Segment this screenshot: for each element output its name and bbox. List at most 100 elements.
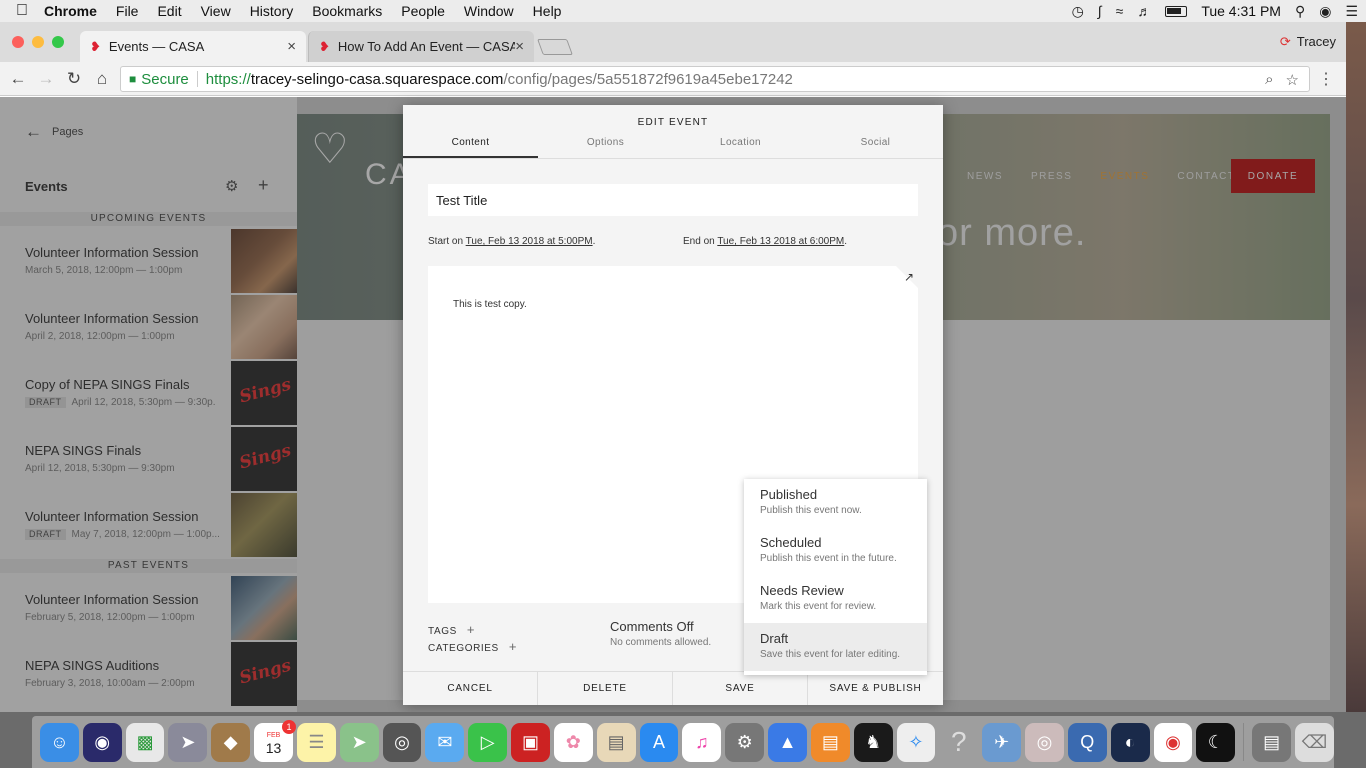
menu-bookmarks[interactable]: Bookmarks [312, 3, 382, 19]
preview-app-icon[interactable]: ✈ [982, 722, 1022, 762]
editor-body-text[interactable]: This is test copy. [453, 299, 527, 310]
ibooks-icon[interactable]: ▤ [810, 722, 850, 762]
bookmark-star-icon[interactable]: ☆ [1286, 71, 1299, 89]
apple-menu-icon[interactable]:  [0, 2, 44, 20]
macos-menu-bar:  Chrome File Edit View History Bookmark… [0, 0, 1366, 22]
close-window-button[interactable] [12, 36, 24, 48]
bluetooth-icon[interactable]: ∫ [1098, 3, 1102, 19]
safari-icon[interactable]: ✧ [896, 722, 936, 762]
url-scheme: https:// [205, 70, 251, 88]
end-date-picker[interactable]: Tue, Feb 13 2018 at 6:00PM [717, 236, 844, 247]
tab-strip: ❥ Events — CASA × ❥ How To Add An Event … [0, 22, 1346, 62]
facetime-icon[interactable]: ▷ [468, 722, 508, 762]
menu-file[interactable]: File [116, 3, 139, 19]
siri-icon[interactable]: ◉ [1319, 3, 1331, 20]
publish-status-menu: Published Publish this event now. Schedu… [744, 479, 927, 675]
close-tab-icon[interactable]: × [287, 38, 296, 55]
downloads-stack-icon[interactable]: ▤ [1252, 722, 1292, 762]
url-host: tracey-selingo-casa.squarespace.com [250, 70, 504, 88]
tab-content[interactable]: Content [403, 135, 538, 158]
finder-icon[interactable]: ☺ [40, 722, 79, 762]
siri-icon[interactable]: ◉ [82, 722, 122, 762]
zoom-icon[interactable]: ⌕ [1265, 71, 1273, 89]
contacts-icon[interactable]: ◆ [211, 722, 251, 762]
browser-tab-events[interactable]: ❥ Events — CASA × [80, 31, 306, 62]
battery-icon[interactable] [1165, 5, 1188, 17]
help-question-icon[interactable]: ? [939, 723, 978, 762]
browser-tab-how-to[interactable]: ❥ How To Add An Event — CASA × [308, 31, 534, 62]
chrome-menu-icon[interactable]: ⋮ [1318, 69, 1334, 89]
notification-center-icon[interactable]: ☰ [1345, 3, 1358, 20]
dialog-footer: CANCEL DELETE SAVE SAVE & PUBLISH [403, 671, 943, 705]
trash-icon[interactable]: ⌫ [1295, 722, 1334, 762]
messages-icon[interactable]: ✉ [425, 722, 465, 762]
notes-icon[interactable]: ☰ [296, 722, 336, 762]
menu-people[interactable]: People [401, 3, 445, 19]
event-title-input[interactable] [428, 184, 918, 216]
disk-utility-icon[interactable]: ◎ [1025, 722, 1064, 762]
status-name: Scheduled [760, 535, 822, 550]
save-and-publish-button[interactable]: SAVE & PUBLISH [808, 672, 943, 705]
menu-edit[interactable]: Edit [157, 3, 181, 19]
dock-separator [1243, 723, 1245, 761]
categories-field[interactable]: CATEGORIES + [428, 639, 517, 654]
end-date: End on Tue, Feb 13 2018 at 6:00PM. [683, 236, 848, 247]
tab-options[interactable]: Options [538, 135, 673, 158]
delete-button[interactable]: DELETE [538, 672, 673, 705]
status-description: Publish this event in the future. [760, 553, 897, 564]
minimize-window-button[interactable] [32, 36, 44, 48]
save-button[interactable]: SAVE [673, 672, 808, 705]
calendar-icon[interactable]: FEB 13 1 [254, 719, 296, 762]
cancel-button[interactable]: CANCEL [403, 672, 538, 705]
menu-view[interactable]: View [201, 3, 231, 19]
menu-help[interactable]: Help [533, 3, 562, 19]
quicktime-icon[interactable]: Q [1067, 722, 1107, 762]
lock-icon: ■ [129, 72, 137, 86]
back-arrow-icon[interactable]: ← [4, 69, 32, 89]
start-date-picker[interactable]: Tue, Feb 13 2018 at 5:00PM [466, 236, 593, 247]
menu-window[interactable]: Window [464, 3, 514, 19]
photo-booth-icon[interactable]: ▣ [511, 722, 550, 762]
status-option-draft[interactable]: Draft Save this event for later editing. [744, 623, 927, 671]
reload-icon[interactable]: ↻ [60, 69, 88, 89]
moon-app-icon[interactable]: ☾ [1196, 722, 1236, 762]
itunes-icon[interactable]: ♫ [682, 722, 722, 762]
browser-app-icon[interactable]: ◐ [1110, 722, 1150, 762]
status-option-needs-review[interactable]: Needs Review Mark this event for review. [744, 575, 927, 623]
address-bar[interactable]: ■ Secure https:// tracey-selingo-casa.sq… [120, 66, 1310, 92]
profile-button[interactable]: ⟳ Tracey [1280, 34, 1336, 50]
home-icon[interactable]: ⌂ [88, 69, 116, 89]
new-tab-button[interactable] [537, 39, 573, 55]
status-option-published[interactable]: Published Publish this event now. [744, 479, 927, 527]
system-preferences-icon[interactable]: ⚙ [725, 722, 765, 762]
maps-icon[interactable]: ➤ [339, 722, 379, 762]
spotlight-search-icon[interactable]: ⚲ [1295, 3, 1305, 20]
camera-icon[interactable]: ◎ [382, 722, 422, 762]
photos-icon[interactable]: ✿ [553, 722, 593, 762]
comments-toggle[interactable]: Comments Off No comments allowed. [610, 619, 711, 648]
add-tag-plus-icon[interactable]: + [467, 622, 475, 637]
tags-field[interactable]: TAGS + [428, 622, 475, 637]
preview-icon[interactable]: ▤ [596, 722, 636, 762]
menu-clock[interactable]: Tue 4:31 PM [1201, 3, 1281, 19]
add-category-plus-icon[interactable]: + [509, 639, 517, 654]
status-option-scheduled[interactable]: Scheduled Publish this event in the futu… [744, 527, 927, 575]
expand-editor-icon[interactable]: ↗ [904, 270, 914, 284]
wifi-icon[interactable]: ≈ [1116, 3, 1124, 19]
kindle-icon[interactable]: ♞ [853, 722, 893, 762]
launchpad-icon[interactable]: ➤ [168, 722, 208, 762]
url-path: /config/pages/5a551872f9619a45ebe17242 [503, 70, 793, 88]
forward-arrow-icon[interactable]: → [32, 69, 60, 89]
time-machine-icon[interactable]: ◷ [1072, 3, 1084, 20]
keynote-icon[interactable]: ▲ [768, 722, 807, 762]
menu-history[interactable]: History [250, 3, 294, 19]
tab-location[interactable]: Location [673, 135, 808, 158]
tab-social[interactable]: Social [808, 135, 943, 158]
volume-icon[interactable]: ♬ [1137, 3, 1151, 19]
app-store-icon[interactable]: A [639, 722, 679, 762]
menu-app-name[interactable]: Chrome [44, 3, 97, 19]
chrome-icon[interactable]: ◉ [1153, 722, 1193, 762]
close-tab-icon[interactable]: × [515, 38, 524, 55]
fullscreen-window-button[interactable] [52, 36, 64, 48]
numbers-icon[interactable]: ▩ [125, 722, 165, 762]
